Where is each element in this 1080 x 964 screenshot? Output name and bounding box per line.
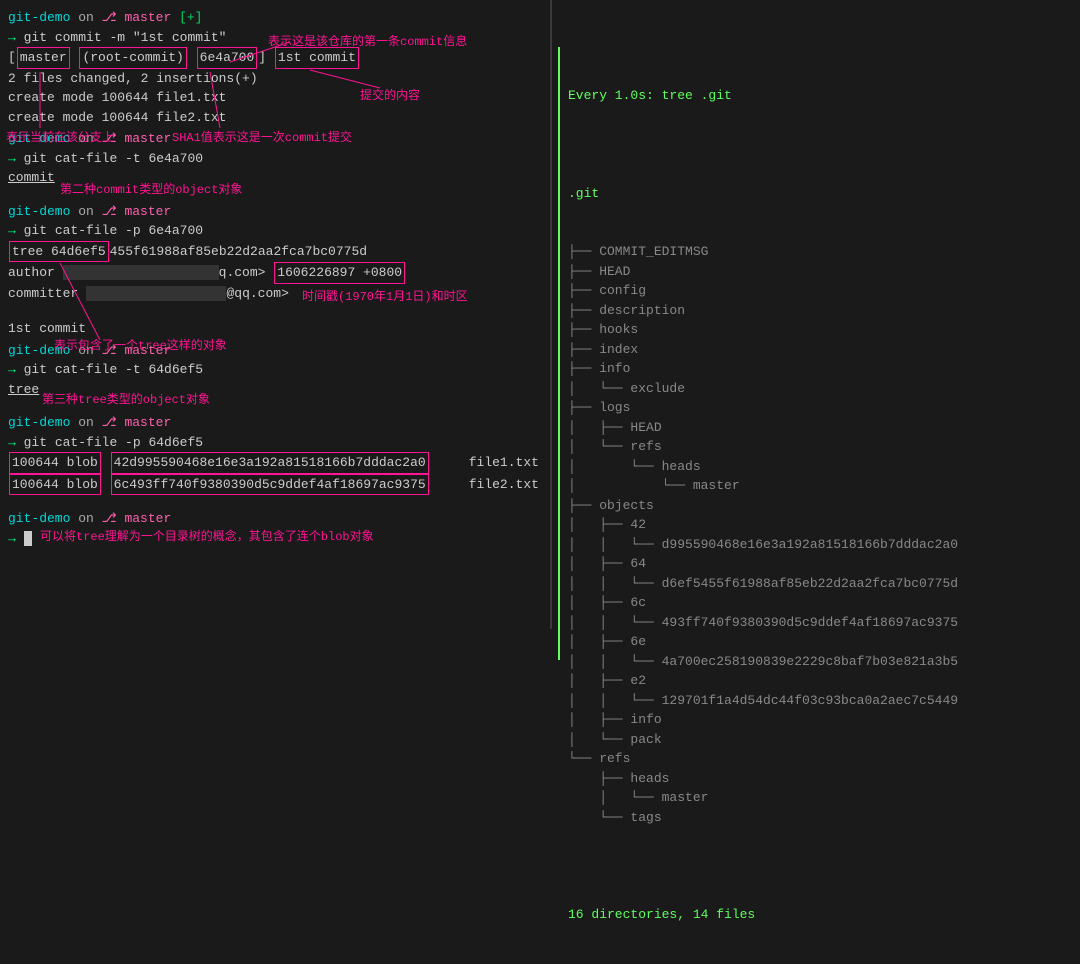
tree-node: ├── HEAD: [568, 262, 1072, 282]
tree-node: │ └── master: [568, 788, 1072, 808]
command-line-2[interactable]: → git cat-file -t 6e4a700: [8, 149, 542, 169]
box-branch: master: [17, 47, 70, 69]
tree-listing: ├── COMMIT_EDITMSG├── HEAD├── config├── …: [568, 242, 1072, 827]
watch-header: Every 1.0s: tree .git: [568, 86, 1072, 106]
box-hash: 6e4a700: [197, 47, 258, 69]
annotation-tree-object: 表示包含了一个tree这样的对象: [54, 336, 227, 353]
cursor-icon: [24, 531, 32, 546]
prompt-line-3[interactable]: git-demo on ⎇ master: [8, 202, 542, 222]
annotation-timestamp: 时间戳(1970年1月1日)和时区: [302, 287, 468, 304]
tree-node: │ │ └── 4a700ec258190839e2229c8baf7b03e8…: [568, 652, 1072, 672]
tree-node: └── refs: [568, 749, 1072, 769]
annotation-branch: 表示当前在该分支上: [6, 128, 114, 145]
tree-root: .git: [568, 184, 1072, 204]
tree-node: ├── index: [568, 340, 1072, 360]
annotation-commit-type: 第二种commit类型的object对象: [60, 180, 242, 197]
box-msg: 1st commit: [275, 47, 359, 69]
annotation-tree-type: 第三种tree类型的object对象: [42, 390, 210, 407]
tree-node: │ ├── e2: [568, 671, 1072, 691]
tree-node: │ ├── info: [568, 710, 1072, 730]
tree-node: ├── heads: [568, 769, 1072, 789]
tree-node: ├── description: [568, 301, 1072, 321]
tree-node: │ ├── 42: [568, 515, 1072, 535]
box-root-commit: (root-commit): [79, 47, 186, 69]
tree-node: │ └── master: [568, 476, 1072, 496]
box-tree-hash: tree 64d6ef5: [9, 241, 109, 263]
tree-node: └── tags: [568, 808, 1072, 828]
commit-output: [master (root-commit) 6e4a700] 1st commi…: [8, 47, 542, 69]
annotation-first-commit: 表示这是该仓库的第一条commit信息: [268, 32, 467, 49]
tree-node: ├── COMMIT_EDITMSG: [568, 242, 1072, 262]
tree-node: │ │ └── 129701f1a4d54dc44f03c93bca0a2aec…: [568, 691, 1072, 711]
commit-stats: 2 files changed, 2 insertions(+): [8, 69, 542, 89]
tree-node: ├── config: [568, 281, 1072, 301]
tree-node: │ └── pack: [568, 730, 1072, 750]
prompt-line-6[interactable]: git-demo on ⎇ master: [8, 509, 542, 529]
create-mode-1: create mode 100644 file1.txt: [8, 88, 542, 108]
right-terminal: Every 1.0s: tree .git .git ├── COMMIT_ED…: [550, 0, 1080, 629]
prompt-line-5[interactable]: git-demo on ⎇ master: [8, 413, 542, 433]
tree-node: │ └── heads: [568, 457, 1072, 477]
annotation-tree-concept: 可以将tree理解为一个目录树的概念，其包含了连个blob对象: [40, 527, 374, 544]
tree-node: │ │ └── d6ef5455f61988af85eb22d2aa2fca7b…: [568, 574, 1072, 594]
tree-node: │ └── refs: [568, 437, 1072, 457]
blob-line-2: 100644 blob 6c493ff740f9380390d5c9ddef4a…: [8, 474, 542, 496]
left-terminal: git-demo on ⎇ master [+] → git commit -m…: [0, 0, 550, 629]
tree-hash-line: tree 64d6ef5455f61988af85eb22d2aa2fca7bc…: [8, 241, 542, 263]
tree-node: │ │ └── d995590468e16e3a192a81518166b7dd…: [568, 535, 1072, 555]
tree-node: ├── info: [568, 359, 1072, 379]
tree-summary: 16 directories, 14 files: [568, 905, 1072, 925]
box-blob-mode-2: 100644 blob: [9, 474, 101, 496]
tree-node: ├── hooks: [568, 320, 1072, 340]
prompt-line-1[interactable]: git-demo on ⎇ master [+]: [8, 8, 542, 28]
box-timestamp: 1606226897 +0800: [274, 262, 405, 284]
box-blob-hash-1: 42d995590468e16e3a192a81518166b7dddac2a0: [111, 452, 429, 474]
annotation-commit-content: 提交的内容: [360, 86, 420, 103]
tree-node: │ ├── 6c: [568, 593, 1072, 613]
tree-node: │ ├── HEAD: [568, 418, 1072, 438]
tree-node: │ └── exclude: [568, 379, 1072, 399]
create-mode-2: create mode 100644 file2.txt: [8, 108, 542, 128]
author-line: author xxxxxxxxxxxxxxxxxxxxq.com> 160622…: [8, 262, 542, 284]
blob-line-1: 100644 blob 42d995590468e16e3a192a815181…: [8, 452, 542, 474]
box-blob-hash-2: 6c493ff740f9380390d5c9ddef4af18697ac9375: [111, 474, 429, 496]
command-line-3[interactable]: → git cat-file -p 6e4a700: [8, 221, 542, 241]
tree-node: ├── objects: [568, 496, 1072, 516]
tree-node: │ ├── 64: [568, 554, 1072, 574]
command-line-4[interactable]: → git cat-file -t 64d6ef5: [8, 360, 542, 380]
box-blob-mode-1: 100644 blob: [9, 452, 101, 474]
tree-node: │ │ └── 493ff740f9380390d5c9ddef4af18697…: [568, 613, 1072, 633]
command-line-5[interactable]: → git cat-file -p 64d6ef5: [8, 433, 542, 453]
annotation-sha1: SHA1值表示这是一次commit提交: [172, 128, 352, 145]
tree-node: │ ├── 6e: [568, 632, 1072, 652]
tree-node: ├── logs: [568, 398, 1072, 418]
